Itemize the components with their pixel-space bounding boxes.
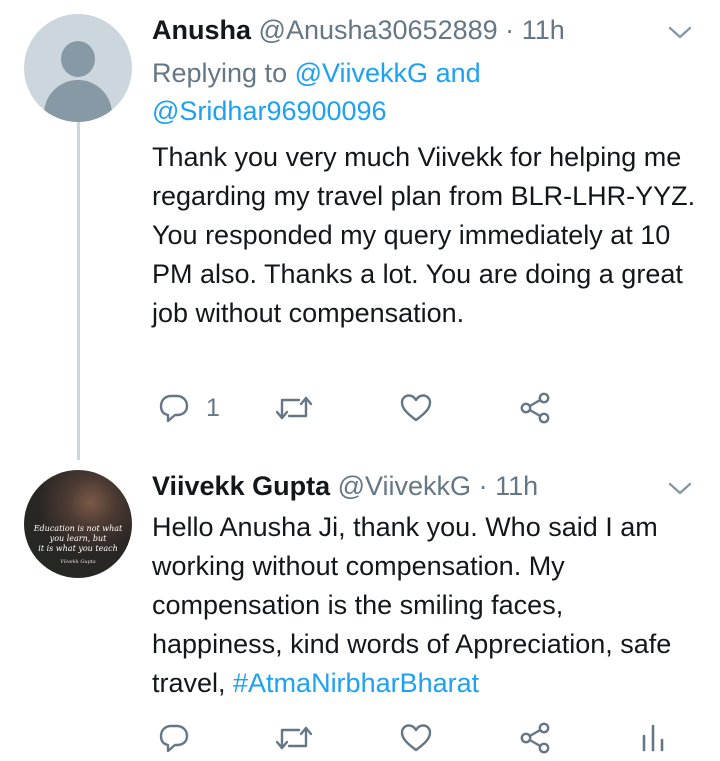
replying-user-link[interactable]: @ViivekkG — [295, 58, 428, 88]
handle[interactable]: @Anusha30652889 — [259, 15, 498, 45]
chevron-down-icon[interactable] — [666, 18, 694, 46]
analytics-button[interactable] — [638, 718, 668, 758]
retweet-button[interactable] — [274, 388, 314, 428]
replying-label: Replying to — [152, 58, 288, 88]
tweet-viivekk[interactable]: Education is not what you learn, but it … — [0, 460, 720, 761]
share-icon — [520, 392, 550, 424]
share-button[interactable] — [518, 718, 554, 758]
replying-to: Replying to @ViivekkG and @Sridhar969000… — [152, 54, 672, 130]
handle[interactable]: @ViivekkG — [338, 471, 471, 501]
chevron-down-icon[interactable] — [666, 474, 694, 502]
tweet-anusha[interactable]: Anusha @Anusha30652889 · 11h Replying to… — [0, 0, 720, 460]
share-button[interactable] — [518, 388, 554, 428]
meta-separator: · — [505, 15, 515, 45]
share-icon — [520, 722, 550, 754]
reply-icon — [159, 394, 189, 423]
tweet-actions: 1 — [152, 388, 712, 428]
analytics-icon — [642, 724, 664, 752]
reply-button[interactable] — [156, 718, 192, 758]
display-name[interactable]: Viivekk Gupta — [152, 471, 330, 501]
replying-user-link[interactable]: @Sridhar96900096 — [152, 96, 387, 126]
like-button[interactable] — [398, 718, 434, 758]
tweet-text: Thank you very much Viivekk for helping … — [152, 142, 696, 328]
avatar-caption: Education is not what you learn, but it … — [33, 524, 123, 565]
retweet-icon — [275, 726, 313, 750]
reply-count: 1 — [206, 393, 220, 422]
tweet-text: Hello Anusha Ji, thank you. Who said I a… — [152, 512, 672, 698]
heart-icon — [400, 394, 432, 422]
tweet-header: Anusha @Anusha30652889 · 11h — [152, 12, 565, 48]
avatar[interactable] — [24, 14, 132, 122]
meta-separator: · — [478, 471, 488, 501]
tweet-header: Viivekk Gupta @ViivekkG · 11h — [152, 468, 538, 504]
avatar[interactable]: Education is not what you learn, but it … — [24, 470, 132, 578]
reply-icon — [159, 724, 189, 753]
heart-icon — [400, 724, 432, 752]
display-name[interactable]: Anusha — [152, 15, 251, 45]
tweet-actions — [152, 718, 712, 758]
timestamp[interactable]: 11h — [495, 471, 538, 501]
default-profile-icon — [61, 41, 95, 77]
hashtag-link[interactable]: #AtmaNirbharBharat — [233, 668, 479, 698]
retweet-button[interactable] — [274, 718, 314, 758]
reply-button[interactable]: 1 — [156, 388, 220, 428]
replying-and[interactable]: and — [436, 58, 481, 88]
timestamp[interactable]: 11h — [522, 15, 565, 45]
retweet-icon — [275, 396, 313, 420]
like-button[interactable] — [398, 388, 434, 428]
